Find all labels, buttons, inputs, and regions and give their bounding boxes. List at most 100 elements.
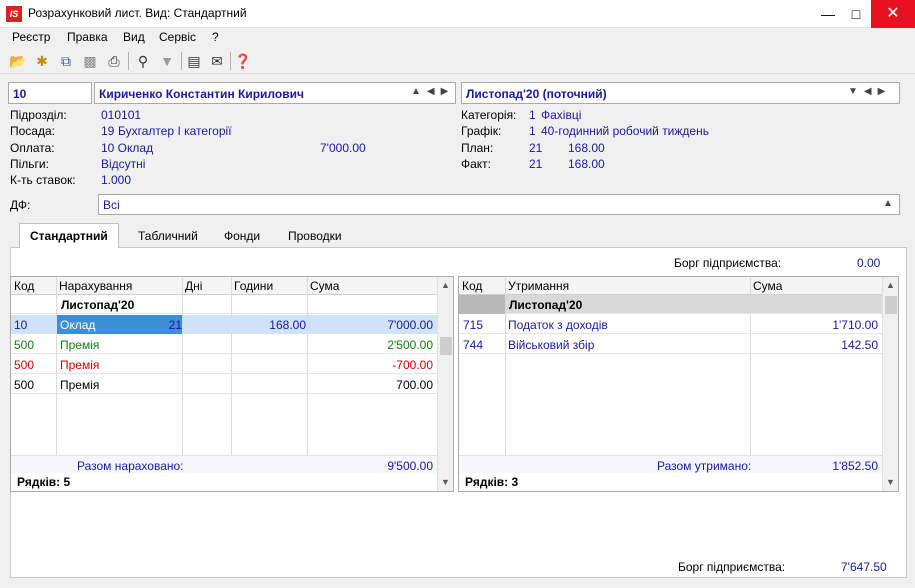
accruals-grid: Код Нарахування Дні Години Сума Листопад… [10, 276, 454, 492]
menu-registry[interactable]: Реєстр [12, 30, 50, 44]
position-code: 19 [101, 124, 115, 138]
row-hours: 168.00 [269, 318, 306, 332]
group-label: Листопад'20 [509, 298, 583, 312]
help-icon[interactable]: ❓ [233, 51, 253, 71]
find-icon[interactable]: ⚲ [133, 51, 153, 71]
row-code: 500 [14, 338, 35, 352]
scroll-up-icon[interactable]: ▲ [441, 280, 450, 290]
chevron-up-icon[interactable]: ▲ [883, 198, 893, 209]
group-row[interactable]: Листопад'20 [459, 295, 882, 314]
deductions-row-count: Рядків: 3 [465, 475, 519, 489]
payment-value: 10 Оклад [101, 141, 154, 155]
row-code: 715 [463, 318, 484, 332]
mail-icon[interactable]: ✉ [207, 51, 227, 71]
period-value: Листопад'20 (поточний) [466, 87, 607, 101]
rates-value: 1.000 [101, 173, 132, 187]
plan-hours: 168.00 [568, 141, 605, 155]
schedule-code: 1 [529, 124, 536, 138]
col-days[interactable]: Дні [185, 279, 202, 293]
filter-icon[interactable]: ▼ [157, 51, 177, 71]
paste-icon[interactable]: ▩ [80, 51, 100, 71]
deductions-grid: Код Утримання Сума Листопад'20 715 Подат… [458, 276, 899, 492]
row-sum: 700.00 [396, 378, 433, 392]
col-deduction[interactable]: Утримання [508, 279, 569, 293]
table-row[interactable]: 500 Премія 2'500.00 [11, 335, 437, 354]
fact-label: Факт: [461, 157, 492, 171]
period-nav-arrows[interactable]: ▼◀▶ [848, 86, 891, 97]
table-row[interactable]: 715 Податок з доходів 1'710.00 [459, 315, 882, 334]
scroll-down-icon[interactable]: ▼ [886, 477, 895, 487]
table-row[interactable]: 10 Оклад 21 168.00 7'000.00 [11, 315, 437, 334]
app-logo: IS [6, 6, 22, 22]
position-value: Бухгалтер І категорії [118, 124, 232, 138]
minimize-button[interactable]: — [813, 0, 843, 28]
employee-nav-arrows[interactable]: ▲◀▶ [411, 86, 454, 97]
tab-standard[interactable]: Стандартний [19, 223, 119, 249]
copy-icon[interactable]: ⧉ [56, 51, 76, 71]
employee-name-field[interactable]: Кириченко Константин Кирилович ▲◀▶ [94, 82, 456, 104]
open-icon[interactable]: 📂 [8, 51, 28, 71]
row-name: Премія [60, 338, 100, 352]
menu-help[interactable]: ? [212, 30, 219, 44]
col-hours[interactable]: Години [234, 279, 273, 293]
tab-table[interactable]: Табличний [128, 226, 208, 248]
plan-label: План: [461, 141, 494, 155]
col-accrual[interactable]: Нарахування [59, 279, 132, 293]
payment-amount: 7'000.00 [320, 141, 366, 155]
df-value: Всі [103, 198, 120, 212]
accruals-scrollbar[interactable]: ▲ ▼ [437, 277, 453, 491]
row-code: 500 [14, 378, 35, 392]
fact-hours: 168.00 [568, 157, 605, 171]
debt-bottom-label: Борг підприємства: [678, 560, 786, 574]
toolbar: 📂 ✱ ⧉ ▩ ⎙ ⚲ ▼ ▤ ✉ ❓ [0, 48, 915, 74]
tab-funds[interactable]: Фонди [214, 226, 270, 248]
accruals-total-value: 9'500.00 [387, 459, 433, 473]
close-button[interactable]: ✕ [871, 0, 915, 28]
debt-top-value: 0.00 [857, 256, 881, 270]
table-row[interactable]: 500 Премія -700.00 [11, 355, 437, 374]
maximize-button[interactable]: □ [841, 0, 871, 28]
deductions-header: Код Утримання Сума [459, 277, 882, 295]
scroll-up-icon[interactable]: ▲ [886, 280, 895, 290]
row-sum: -700.00 [392, 358, 433, 372]
period-field[interactable]: Листопад'20 (поточний) ▼◀▶ [461, 82, 900, 104]
payment-label: Оплата: [10, 141, 55, 155]
benefits-value: Відсутні [101, 157, 146, 171]
df-select[interactable]: Всі ▲ [98, 194, 900, 215]
scroll-thumb[interactable] [885, 296, 897, 314]
menu-edit[interactable]: Правка [67, 30, 108, 44]
benefits-label: Пільги: [10, 157, 49, 171]
menu-view[interactable]: Вид [123, 30, 145, 44]
schedule-value: 40-годинний робочий тиждень [541, 124, 709, 138]
subdivision-value: 010101 [101, 108, 142, 122]
table-row[interactable]: 744 Військовий збір 142.50 [459, 335, 882, 354]
row-indicator [459, 295, 505, 314]
menu-bar: Реєстр Правка Вид Сервіс ? [0, 28, 915, 48]
employee-code: 10 [13, 87, 27, 101]
accruals-row-count: Рядків: 5 [17, 475, 71, 489]
group-label: Листопад'20 [61, 298, 135, 312]
menu-service[interactable]: Сервіс [159, 30, 196, 44]
col-code[interactable]: Код [462, 279, 482, 293]
tab-postings[interactable]: Проводки [278, 226, 352, 248]
deductions-scrollbar[interactable]: ▲ ▼ [882, 277, 898, 491]
col-code[interactable]: Код [14, 279, 34, 293]
scroll-thumb[interactable] [440, 337, 452, 355]
employee-name: Кириченко Константин Кирилович [99, 87, 304, 101]
scroll-down-icon[interactable]: ▼ [441, 477, 450, 487]
row-sum: 142.50 [841, 338, 878, 352]
row-code: 744 [463, 338, 484, 352]
category-value: Фахівці [541, 108, 582, 122]
print-icon[interactable]: ⎙ [104, 51, 124, 71]
table-row[interactable]: 500 Премія 700.00 [11, 375, 437, 394]
new-icon[interactable]: ✱ [32, 51, 52, 71]
plan-days: 21 [529, 141, 543, 155]
debt-top-label: Борг підприємства: [674, 256, 782, 270]
form-icon[interactable]: ▤ [184, 51, 204, 71]
col-sum[interactable]: Сума [753, 279, 782, 293]
col-sum[interactable]: Сума [310, 279, 339, 293]
row-days: 21 [168, 318, 182, 332]
group-row[interactable]: Листопад'20 [11, 295, 437, 314]
row-name: Премія [60, 358, 100, 372]
employee-code-field[interactable]: 10 [8, 82, 92, 104]
